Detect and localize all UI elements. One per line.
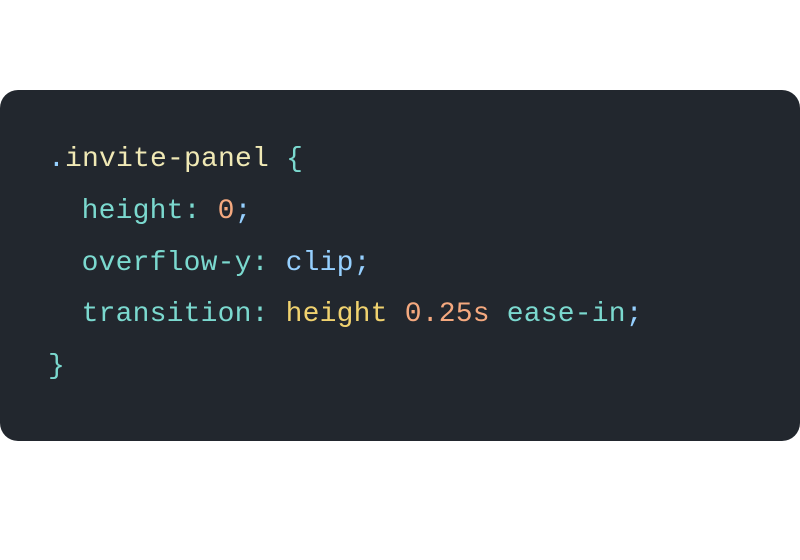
css-value-duration: 0.25s xyxy=(405,299,490,330)
selector-name: invite-panel xyxy=(65,144,269,175)
space xyxy=(269,299,286,330)
space xyxy=(490,299,507,330)
selector-dot: . xyxy=(48,144,65,175)
css-property: overflow-y xyxy=(82,248,252,279)
code-line-selector: .invite-panel { xyxy=(48,134,752,186)
code-line-brace-close: } xyxy=(48,341,752,393)
semicolon: ; xyxy=(354,248,371,279)
css-value-number: 0 xyxy=(218,196,235,227)
colon: : xyxy=(252,248,269,279)
colon: : xyxy=(184,196,201,227)
css-property: transition xyxy=(82,299,252,330)
space xyxy=(269,144,286,175)
space xyxy=(269,248,286,279)
css-value-timing: ease-in xyxy=(507,299,626,330)
css-property: height xyxy=(82,196,184,227)
semicolon: ; xyxy=(235,196,252,227)
colon: : xyxy=(252,299,269,330)
semicolon: ; xyxy=(626,299,643,330)
brace-close: } xyxy=(48,351,65,382)
space xyxy=(388,299,405,330)
css-value: clip xyxy=(286,248,354,279)
code-line-decl-2: overflow-y: clip; xyxy=(48,238,752,290)
space xyxy=(201,196,218,227)
code-line-decl-1: height: 0; xyxy=(48,186,752,238)
code-line-decl-3: transition: height 0.25s ease-in; xyxy=(48,289,752,341)
brace-open: { xyxy=(286,144,303,175)
css-value-ident: height xyxy=(286,299,388,330)
css-code-block: .invite-panel { height: 0; overflow-y: c… xyxy=(0,90,800,441)
